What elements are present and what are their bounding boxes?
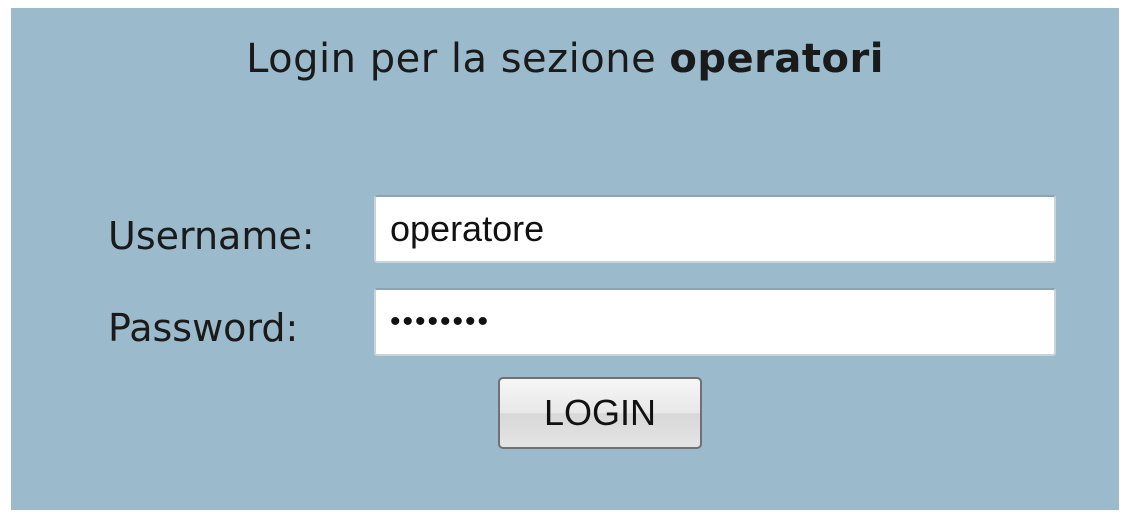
login-button[interactable]: LOGIN [498,377,702,449]
login-title: Login per la sezione operatori [11,36,1119,82]
login-panel: Login per la sezione operatori Username:… [11,8,1119,510]
login-title-prefix: Login per la sezione [246,36,670,82]
login-title-section: operatori [669,36,884,82]
username-input[interactable] [374,195,1056,263]
password-label: Password: [108,306,299,350]
username-label: Username: [108,214,315,258]
password-input[interactable] [374,288,1056,356]
